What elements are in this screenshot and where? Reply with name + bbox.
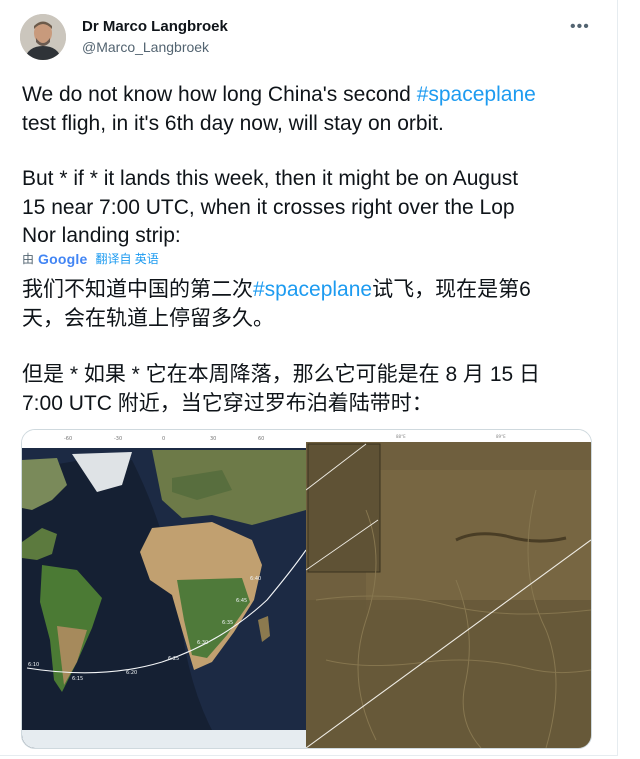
satellite-tick: 89°E (496, 434, 506, 439)
tweet-text-line-5: Nor landing strip: (22, 224, 181, 247)
lop-nor-satellite-image: 88°E 89°E (306, 430, 591, 748)
track-time-label: 6:30 (197, 640, 208, 646)
tweet-text-line-1: We do not know how long China's second #… (22, 81, 536, 109)
translation-source-label[interactable]: 翻译自 英语 (95, 250, 158, 267)
google-logo: Google (38, 251, 87, 267)
map-tick: 0 (162, 436, 165, 442)
tweet-text-line-4: 15 near 7:00 UTC, when it crosses right … (22, 196, 515, 219)
translated-by-label: 由 (22, 252, 35, 266)
translated-text-line-1: 我们不知道中国的第二次#spaceplane试飞，现在是第6 (22, 276, 531, 304)
tweet-card: Dr Marco Langbroek @Marco_Langbroek ••• … (0, 0, 618, 756)
satellite-tick: 88°E (396, 434, 406, 439)
track-time-label: 6:35 (222, 620, 233, 626)
map-tick: -60 (64, 436, 72, 442)
track-time-label: 6:40 (250, 576, 261, 582)
translated-text: 我们不知道中国的第二次 (22, 278, 253, 301)
google-logo-text: Google (38, 250, 88, 267)
hashtag-link[interactable]: #spaceplane (417, 83, 536, 106)
author-handle[interactable]: @Marco_Langbroek (82, 39, 209, 55)
translated-text-line-2: 天，会在轨道上停留多久。 (22, 307, 274, 330)
tweet-image[interactable]: -60 -30 0 30 60 6:40 6:45 6:35 6:30 6:25… (21, 429, 592, 749)
track-time-label: 6:45 (236, 598, 247, 604)
translated-text-line-4: 7:00 UTC 附近，当它穿过罗布泊着陆带时： (22, 392, 433, 415)
world-map-image: -60 -30 0 30 60 6:40 6:45 6:35 6:30 6:25… (22, 430, 306, 748)
track-time-label: 6:25 (168, 656, 179, 662)
translated-hashtag-link[interactable]: #spaceplane (253, 278, 372, 301)
translated-text-line-3: 但是 * 如果 * 它在本周降落，那么它可能是在 8 月 15 日 (22, 363, 541, 386)
more-options-icon[interactable]: ••• (570, 18, 590, 36)
track-time-label: 6:10 (28, 662, 39, 668)
author-name[interactable]: Dr Marco Langbroek (82, 18, 228, 35)
avatar[interactable] (20, 14, 66, 60)
tweet-text: We do not know how long China's second (22, 83, 417, 106)
tweet-text-line-2: test fligh, in it's 6th day now, will st… (22, 112, 444, 135)
map-tick: -30 (114, 436, 122, 442)
tweet-text-line-3: But * if * it lands this week, then it m… (22, 167, 519, 190)
map-tick: 30 (210, 436, 216, 442)
track-time-label: 6:15 (72, 676, 83, 682)
track-time-label: 6:20 (126, 670, 137, 676)
map-tick: 60 (258, 436, 264, 442)
translation-attribution[interactable]: 由 Google 翻译自 英语 (22, 250, 159, 267)
translated-text: 试飞，现在是第6 (372, 278, 531, 301)
